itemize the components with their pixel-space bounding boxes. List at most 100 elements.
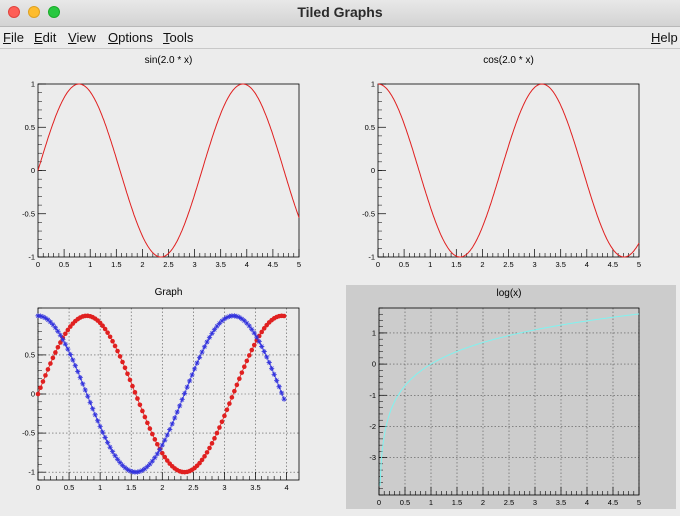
data-point-star [274, 377, 280, 384]
data-point-star [100, 429, 106, 435]
x-tick-label: 5 [637, 260, 641, 269]
y-tick-label: 1 [372, 328, 376, 337]
menu-tools[interactable]: Tools [163, 30, 193, 45]
data-point-circle [204, 450, 210, 455]
data-point-star [276, 384, 282, 390]
data-point-star [264, 354, 270, 360]
data-point-circle [130, 383, 135, 389]
data-point-star [62, 341, 68, 347]
data-point-star [172, 415, 178, 421]
data-point-star [167, 426, 173, 433]
data-point-star [55, 328, 61, 334]
data-point-circle [242, 364, 247, 369]
data-point-circle [38, 385, 43, 391]
data-point-circle [140, 408, 145, 414]
x-tick-label: 2.5 [503, 260, 513, 269]
data-point-star [201, 344, 208, 350]
data-point-circle [227, 401, 232, 406]
data-point-star [209, 330, 215, 336]
data-point-star [92, 412, 98, 418]
x-tick-label: 3.5 [555, 260, 565, 269]
menu-options[interactable]: Options [108, 30, 153, 45]
data-point-star [189, 372, 195, 378]
data-point-circle [115, 348, 120, 354]
data-point-circle [120, 359, 125, 365]
data-point-star [90, 406, 96, 412]
data-point-circle [150, 431, 155, 437]
data-point-star [254, 334, 260, 340]
data-point-star [246, 323, 252, 329]
x-tick-label: 4.5 [268, 260, 278, 269]
x-tick-label: 0.5 [400, 498, 410, 507]
data-point-circle [117, 354, 123, 359]
x-tick-label: 5 [297, 260, 301, 269]
x-tick-label: 0 [36, 483, 40, 492]
x-tick-label: 1.5 [126, 483, 136, 492]
data-point-circle [232, 388, 237, 394]
data-point-star [184, 384, 190, 390]
x-tick-label: 0.5 [399, 260, 409, 269]
data-point-star [266, 359, 272, 366]
data-point-star [211, 327, 218, 333]
data-point-circle [55, 345, 61, 350]
data-point-star [281, 396, 287, 402]
series-line [37, 83, 300, 258]
data-point-circle [209, 441, 215, 446]
data-point-star [154, 451, 160, 457]
data-point-circle [43, 373, 48, 378]
data-point-circle [249, 347, 255, 353]
data-point-star [85, 393, 91, 399]
menu-file[interactable]: File [3, 30, 24, 45]
x-tick-label: 4 [284, 483, 288, 492]
tiled-graphs-svg: sin(2.0 * x) 0 0.5 1 1.5 2 2.5 3 3.5 4 4.5 5 1 0.5 0 -0… [22, 55, 676, 509]
y-tick-label: -3 [369, 453, 376, 462]
data-point-star [67, 351, 73, 358]
data-point-circle [122, 365, 128, 371]
y-tick-label: -2 [369, 422, 376, 431]
data-point-circle [212, 436, 217, 441]
x-tick-label: 1.5 [111, 260, 121, 269]
data-point-star [182, 390, 188, 397]
data-point-star [72, 363, 78, 369]
menu-help[interactable]: Help [651, 30, 678, 45]
data-point-star [95, 418, 101, 424]
data-point-circle [202, 454, 207, 459]
root-canvas[interactable]: sin(2.0 * x) 0 0.5 1 1.5 2 2.5 3 3.5 4 4.5 5 1 0.5 0 -0… [0, 49, 680, 511]
data-point-star [162, 437, 168, 443]
data-point-circle [132, 390, 138, 395]
data-point-star [65, 346, 71, 352]
x-tick-label: 2.5 [504, 498, 514, 507]
menu-edit[interactable]: Edit [34, 30, 56, 45]
data-point-circle [152, 437, 158, 442]
data-point-circle [53, 350, 58, 355]
data-point-circle [217, 425, 222, 430]
x-tick-label: 4.5 [608, 498, 618, 507]
data-point-star [159, 442, 165, 448]
data-point-star [261, 348, 267, 355]
y-tick-label: -1 [368, 253, 375, 262]
x-tick-label: 0.5 [59, 260, 69, 269]
y-tick-label: 0 [372, 360, 376, 369]
x-tick-label: 0 [377, 498, 381, 507]
data-point-circle [125, 371, 130, 377]
menu-view[interactable]: View [68, 30, 96, 45]
x-tick-label: 0 [36, 260, 40, 269]
y-tick-label: 0.5 [25, 350, 35, 359]
plot-title: sin(2.0 * x) [145, 55, 193, 66]
data-point-star [259, 343, 265, 350]
x-tick-label: 2 [480, 260, 484, 269]
data-point-star [204, 339, 210, 345]
y-tick-label: 0 [31, 166, 35, 175]
data-point-circle [147, 426, 153, 431]
x-tick-label: 1 [428, 260, 432, 269]
x-tick-label: 5 [637, 498, 641, 507]
x-tick-label: 3.5 [250, 483, 260, 492]
data-point-star [187, 378, 193, 384]
x-tick-label: 4 [585, 498, 589, 507]
menu-bar: File Edit View Options Tools Help [0, 27, 680, 49]
data-point-star [174, 409, 180, 415]
pad-3: Graph 0 0.5 1 1.5 2 2.5 3 3.5 4 0.5 0 -0.5 -1 [22, 287, 300, 492]
plot-title: log(x) [496, 288, 521, 299]
data-point-circle [234, 382, 240, 388]
data-point-circle [229, 395, 235, 400]
